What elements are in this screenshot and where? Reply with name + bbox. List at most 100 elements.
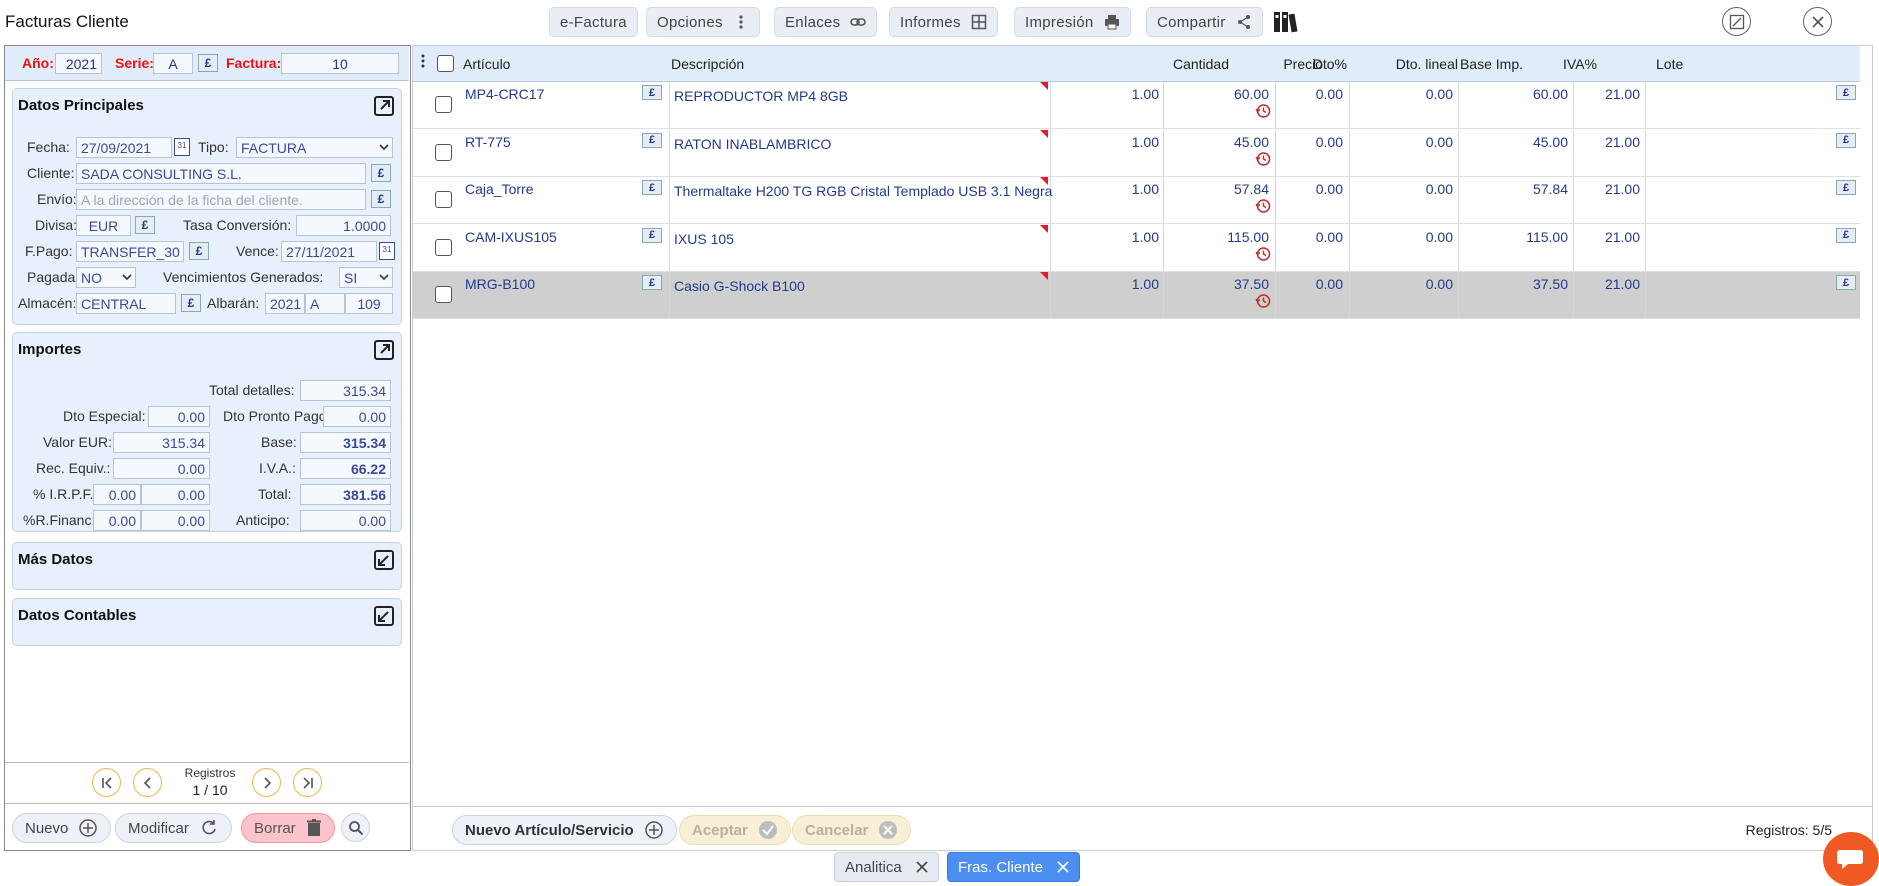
dto-lineal-cell[interactable]: 0.00 [1349,134,1453,150]
prev-record-button[interactable] [133,768,162,797]
articulo-search-button[interactable]: £ [642,227,662,243]
nuevo-articulo-button[interactable]: Nuevo Artículo/Servicio [452,815,677,845]
cantidad-cell[interactable]: 1.00 [1069,276,1159,292]
cantidad-cell[interactable]: 1.00 [1069,181,1159,197]
almacen-field[interactable]: CENTRAL [76,293,176,314]
chat-button[interactable] [1823,832,1879,886]
factura-field[interactable]: 10 [281,53,399,74]
divisa-field[interactable]: EUR [76,215,131,236]
col-lote[interactable]: Lote [1656,56,1683,72]
descripcion-cell[interactable]: REPRODUCTOR MP4 8GB [674,88,848,104]
articulo-cell[interactable]: MP4-CRC17 [465,86,544,102]
tipo-select[interactable]: FACTURA [236,137,393,158]
dto-lineal-cell[interactable]: 0.00 [1349,229,1453,245]
datos-contables-panel[interactable]: Datos Contables [12,598,402,646]
base-imp-cell[interactable]: 60.00 [1458,86,1568,102]
lote-search-button[interactable]: £ [1836,227,1856,243]
tab-fras-cliente[interactable]: Fras. Cliente [947,852,1081,882]
history-icon[interactable] [1255,103,1271,119]
table-row[interactable]: MRG-B100 £ Casio G-Shock B100 1.00 37.50 0.00… [413,272,1860,319]
tasa-field[interactable]: 1.0000 [296,215,391,236]
cancelar-button[interactable]: Cancelar [792,815,912,845]
col-iva[interactable]: IVA% [1473,56,1597,72]
expand-icon[interactable] [373,605,395,627]
tab-analitica[interactable]: Analitica [834,852,939,882]
iva-cell[interactable]: 21.00 [1573,134,1640,150]
borrar-button[interactable]: Borrar [241,813,335,843]
select-all-checkbox[interactable] [437,55,454,72]
articulo-cell[interactable]: CAM-IXUS105 [465,229,557,245]
cliente-search-button[interactable]: £ [371,164,391,182]
precio-cell[interactable]: 60.00 [1173,86,1269,102]
close-button[interactable] [1803,7,1832,36]
row-checkbox[interactable] [435,143,452,161]
calendar-icon[interactable]: 31 [379,242,395,260]
anio-field[interactable]: 2021 [55,53,102,74]
more-vertical-icon[interactable] [421,54,425,68]
first-record-button[interactable] [92,768,121,797]
opciones-button[interactable]: Opciones [646,7,760,37]
base-imp-cell[interactable]: 57.84 [1458,181,1568,197]
col-articulo[interactable]: Artículo [463,56,510,72]
next-record-button[interactable] [252,768,281,797]
row-checkbox[interactable] [435,238,452,256]
cliente-field[interactable]: SADA CONSULTING S.L. [76,163,366,184]
precio-cell[interactable]: 115.00 [1173,229,1269,245]
informes-button[interactable]: Informes [889,7,998,37]
base-imp-cell[interactable]: 45.00 [1458,134,1568,150]
envio-search-button[interactable]: £ [371,190,391,208]
articulo-search-button[interactable]: £ [642,85,662,100]
dto-cell[interactable]: 0.00 [1275,276,1343,292]
table-row[interactable]: RT-775 £ RATON INABLAMBRICO 1.00 45.00 0.00 0.… [413,129,1860,177]
dto-especial-field[interactable]: 0.00 [148,406,210,427]
history-icon[interactable] [1255,293,1271,309]
enlaces-button[interactable]: Enlaces [774,7,878,37]
cantidad-cell[interactable]: 1.00 [1069,86,1159,102]
precio-cell[interactable]: 57.84 [1173,181,1269,197]
serie-field[interactable]: A [153,53,193,74]
albaran-num-field[interactable]: 109 [345,293,393,314]
table-row[interactable]: Caja_Torre £ Thermaltake H200 TG RGB Crist… [413,177,1860,224]
vencimientos-select[interactable]: SI [339,267,393,288]
precio-cell[interactable]: 37.50 [1173,276,1269,292]
articulo-cell[interactable]: MRG-B100 [465,276,535,292]
albaran-serie-field[interactable]: A [305,293,345,314]
dto-cell[interactable]: 0.00 [1275,86,1343,102]
efactura-button[interactable]: e-Factura [549,7,638,37]
articulo-search-button[interactable]: £ [642,275,662,290]
modificar-button[interactable]: Modificar [115,813,232,843]
articulo-search-button[interactable]: £ [642,132,662,148]
aceptar-button[interactable]: Aceptar [679,815,791,845]
descripcion-cell[interactable]: Thermaltake H200 TG RGB Cristal Templado… [674,183,1052,199]
open-external-icon[interactable] [373,339,395,361]
lote-search-button[interactable]: £ [1836,132,1856,148]
descripcion-cell[interactable]: Casio G-Shock B100 [674,278,805,294]
rfinanc-percent-field[interactable]: 0.00 [93,510,141,531]
iva-cell[interactable]: 21.00 [1573,229,1640,245]
impresion-button[interactable]: Impresión [1014,7,1131,37]
albaran-anio-field[interactable]: 2021 [265,293,305,314]
articulo-cell[interactable]: Caja_Torre [465,181,533,197]
descripcion-cell[interactable]: IXUS 105 [674,231,734,247]
pagada-select[interactable]: NO [76,267,136,288]
dto-cell[interactable]: 0.00 [1275,229,1343,245]
almacen-search-button[interactable]: £ [181,294,201,312]
history-icon[interactable] [1255,246,1271,262]
iva-cell[interactable]: 21.00 [1573,276,1640,292]
dto-cell[interactable]: 0.00 [1275,181,1343,197]
base-imp-cell[interactable]: 115.00 [1458,229,1568,245]
envio-field[interactable]: A la dirección de la ficha del cliente. [76,189,366,210]
iva-cell[interactable]: 21.00 [1573,86,1640,102]
history-icon[interactable] [1255,198,1271,214]
nuevo-button[interactable]: Nuevo [12,813,112,843]
dto-cell[interactable]: 0.00 [1275,134,1343,150]
fpago-field[interactable]: TRANSFER_30 [76,241,184,262]
open-external-icon[interactable] [373,95,395,117]
iva-cell[interactable]: 21.00 [1573,181,1640,197]
fpago-search-button[interactable]: £ [189,242,209,260]
expand-icon[interactable] [373,549,395,571]
calendar-icon[interactable]: 31 [174,138,190,156]
lote-search-button[interactable]: £ [1836,85,1856,100]
history-icon[interactable] [1255,151,1271,167]
col-descripcion[interactable]: Descripción [671,56,744,72]
